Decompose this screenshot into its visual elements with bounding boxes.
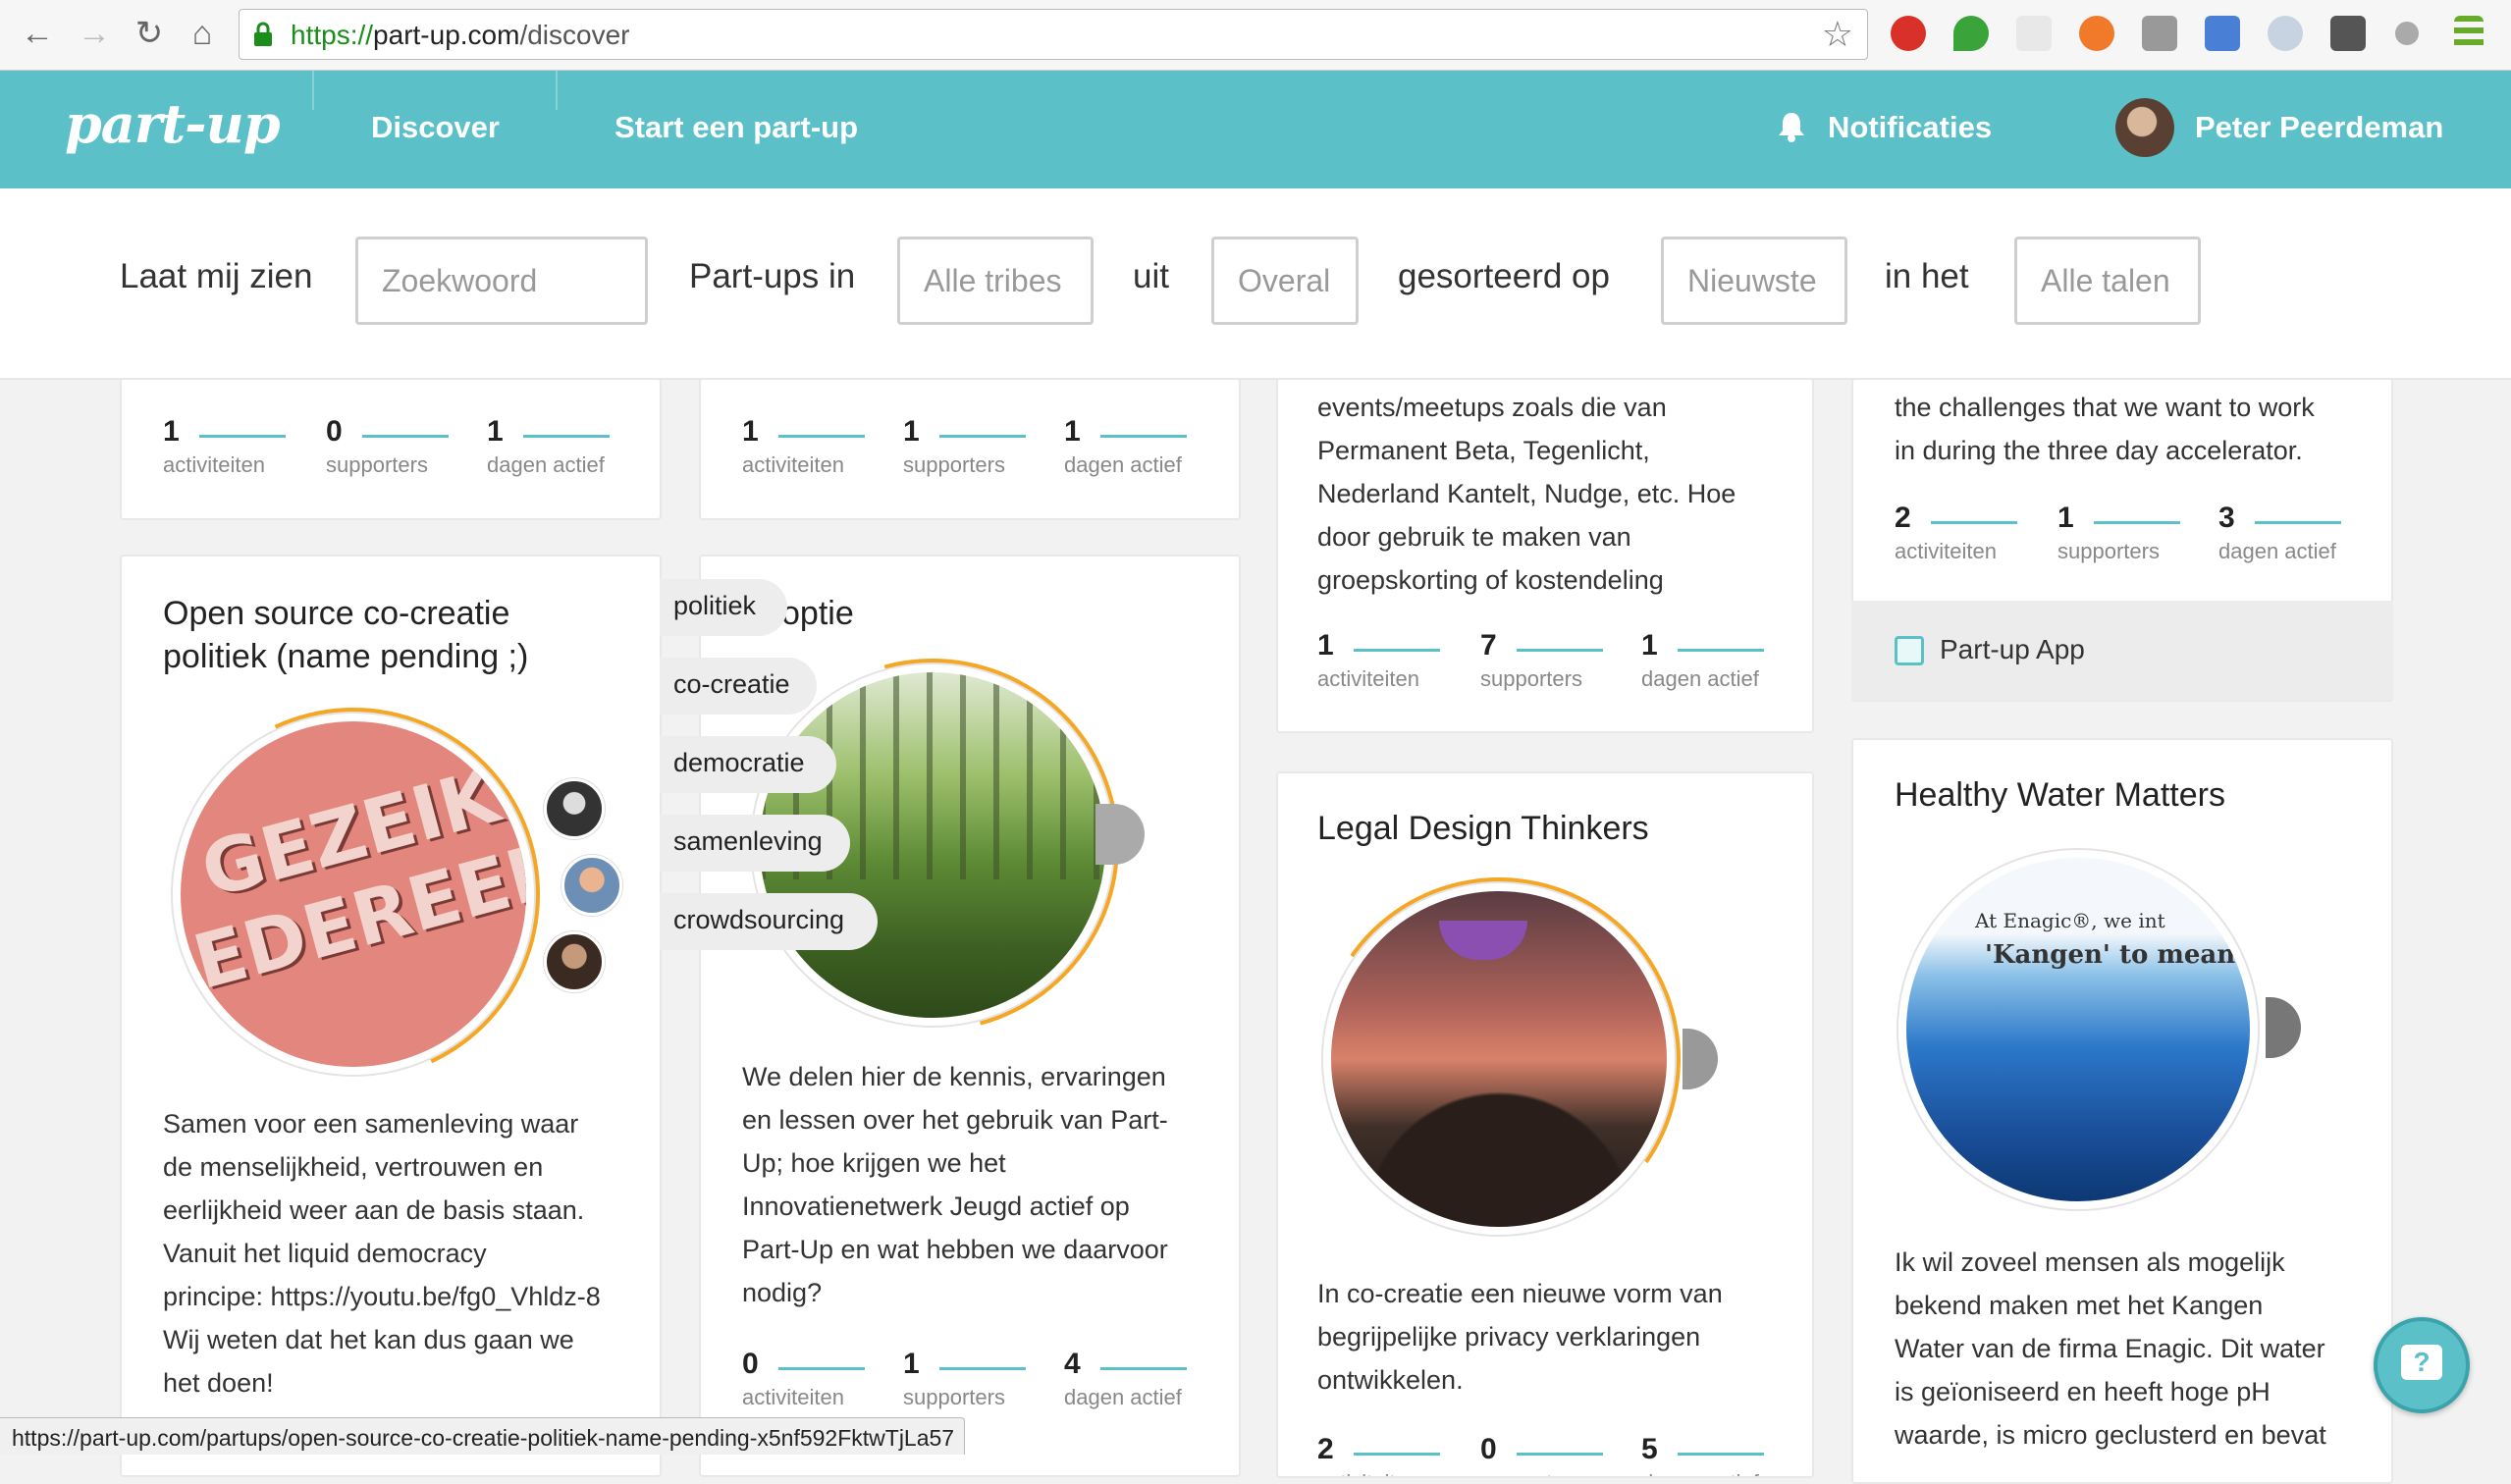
address-url: https://part-up.com/discover bbox=[291, 20, 630, 50]
stat-activities: 1 activiteiten bbox=[742, 415, 865, 478]
partup-card[interactable]: Legal Design Thinkers In co-creatie een … bbox=[1276, 771, 1814, 1478]
location-select[interactable]: Overal bbox=[1211, 237, 1359, 325]
bookmark-star-icon[interactable]: ☆ bbox=[1822, 16, 1853, 53]
part-up-logo[interactable]: part-up bbox=[65, 92, 281, 155]
react-extension-icon[interactable] bbox=[2268, 16, 2303, 51]
supporter-avatar[interactable] bbox=[544, 778, 605, 839]
reload-icon[interactable]: ↻ bbox=[130, 14, 169, 53]
stat-days: 1 dagen actief bbox=[1064, 415, 1187, 478]
site-header: part-up Discover Start een part-up Notif… bbox=[0, 71, 2511, 188]
partup-card[interactable]: events/meetups zoals die van Permanent Be… bbox=[1276, 378, 1814, 733]
sort-select[interactable]: Nieuwste bbox=[1661, 237, 1847, 325]
filter-label-in: in het bbox=[1885, 257, 1969, 295]
adblock-extension-icon[interactable] bbox=[1891, 16, 1926, 51]
nav-discover[interactable]: Discover bbox=[371, 110, 500, 145]
partup-image bbox=[1323, 883, 1675, 1235]
stat-days: 4 dagen actief bbox=[1064, 1348, 1187, 1410]
stat-supporters: 1 supporters bbox=[903, 1348, 1026, 1410]
supporter-avatar[interactable] bbox=[2266, 997, 2301, 1058]
home-icon[interactable]: ⌂ bbox=[183, 14, 222, 53]
tag-chip[interactable]: politiek bbox=[660, 579, 787, 636]
user-name[interactable]: Peter Peerdeman bbox=[2195, 110, 2443, 145]
tribe-name: Part-up App bbox=[1940, 634, 2085, 664]
card-description: events/meetups zoals die van Permanent Be… bbox=[1317, 393, 1736, 595]
pen-extension-icon[interactable] bbox=[2016, 16, 2052, 51]
nav-start-partup[interactable]: Start een part-up bbox=[614, 110, 858, 145]
lifebuoy-extension-icon[interactable] bbox=[2079, 16, 2114, 51]
app-icon bbox=[1895, 636, 1924, 665]
address-bar[interactable]: https://part-up.com/discover ☆ bbox=[239, 9, 1868, 60]
stat-supporters: 0supporters bbox=[326, 415, 449, 478]
stat-days: 1 dagen actief bbox=[1641, 629, 1764, 692]
devtools-extension-icon[interactable] bbox=[2330, 16, 2366, 51]
stat-activities: 2activiteiten bbox=[1317, 1433, 1440, 1476]
card-description: Ik wil zoveel mensen als mogelijk bekend … bbox=[1895, 1247, 2326, 1450]
filter-label-partups-in: Part-ups in bbox=[689, 257, 856, 295]
bell-icon[interactable] bbox=[1777, 110, 1806, 143]
help-icon: ? bbox=[2401, 1345, 2442, 1380]
browser-toolbar: ← → ↻ ⌂ https://part-up.com/discover ☆ bbox=[0, 0, 2511, 71]
supporter-avatar[interactable] bbox=[544, 931, 605, 992]
lock-icon bbox=[254, 22, 272, 46]
card-title: Legal Design Thinkers bbox=[1317, 810, 1649, 847]
forward-icon[interactable]: → bbox=[75, 14, 114, 53]
partup-card[interactable]: Open source co-creatie politiek (name pen… bbox=[120, 555, 662, 1477]
header-divider bbox=[312, 71, 314, 110]
partup-card[interactable]: 1 activiteiten 1 supporters 1 dagen actief bbox=[699, 378, 1241, 520]
keyword-input[interactable]: Zoekwoord bbox=[355, 237, 648, 325]
stat-activities: 1 activiteiten bbox=[1317, 629, 1440, 692]
stat-activities: 1 activiteiten bbox=[163, 415, 286, 478]
download-extension-icon[interactable] bbox=[2142, 16, 2177, 51]
stat-supporters: 1 supporters bbox=[2057, 502, 2180, 564]
filter-label-from: uit bbox=[1133, 257, 1169, 295]
supporter-avatar[interactable] bbox=[1095, 804, 1145, 865]
card-title: optie bbox=[781, 595, 854, 632]
tag-chip[interactable]: co-creatie bbox=[660, 658, 817, 715]
card-description: We delen hier de kennis, ervaringen en le… bbox=[742, 1062, 1168, 1307]
stat-supporters: 1 supporters bbox=[903, 415, 1026, 478]
partup-card[interactable]: Healthy Water Matters At Enagic®, we int… bbox=[1851, 738, 2393, 1484]
partup-card[interactable]: 1 activiteiten 0 supporters 1 dagen actief bbox=[120, 378, 662, 520]
user-avatar[interactable] bbox=[2115, 98, 2174, 157]
card-description: Samen voor een samenleving waar de mensel… bbox=[163, 1109, 601, 1398]
partup-image: At Enagic®, we int 'Kangen' to mean bbox=[1898, 850, 2258, 1209]
language-select[interactable]: Alle talen bbox=[2014, 237, 2201, 325]
filter-label-show: Laat mij zien bbox=[120, 257, 313, 295]
header-divider bbox=[556, 71, 558, 110]
evernote-extension-icon[interactable] bbox=[1953, 16, 1989, 51]
card-title: Open source co-creatie politiek (name pen… bbox=[163, 595, 529, 675]
stat-supporters: 7 supporters bbox=[1480, 629, 1603, 692]
dot-extension-icon[interactable] bbox=[2395, 22, 2419, 45]
card-description: the challenges that we want to work in du… bbox=[1895, 393, 2315, 465]
supporter-avatar[interactable] bbox=[561, 855, 622, 916]
stat-days: 5dagen actief bbox=[1641, 1433, 1764, 1476]
partup-image: GEZEIK IEDEREEN bbox=[173, 714, 534, 1075]
filter-label-sorted: gesorteerd op bbox=[1398, 257, 1610, 295]
stat-days: 3 dagen actief bbox=[2218, 502, 2341, 564]
tribe-link[interactable]: Part-up App bbox=[1851, 601, 2393, 701]
stat-activities: 0 activiteiten bbox=[742, 1348, 865, 1410]
supporter-avatar[interactable] bbox=[1683, 1029, 1718, 1089]
filter-bar: Laat mij zien Zoekwoord Part-ups in Alle… bbox=[0, 188, 2511, 380]
tag-chip[interactable]: democratie bbox=[660, 736, 836, 793]
stat-activities: 2activiteiten bbox=[1895, 502, 2017, 564]
card-description: In co-creatie een nieuwe vorm van begrijp… bbox=[1317, 1279, 1723, 1395]
tag-chip[interactable]: crowdsourcing bbox=[660, 893, 878, 950]
translate-extension-icon[interactable] bbox=[2205, 16, 2240, 51]
nav-notifications[interactable]: Notificaties bbox=[1828, 110, 1992, 145]
tribes-select[interactable]: Alle tribes bbox=[897, 237, 1094, 325]
tag-chip[interactable]: samenleving bbox=[660, 815, 850, 872]
card-title: Healthy Water Matters bbox=[1895, 776, 2225, 814]
chat-support-button[interactable]: ? bbox=[2374, 1317, 2470, 1413]
stat-supporters: 0supporters bbox=[1480, 1433, 1603, 1476]
status-bar-url: https://part-up.com/partups/open-source-… bbox=[0, 1417, 966, 1455]
back-icon[interactable]: ← bbox=[18, 14, 57, 53]
menu-icon[interactable] bbox=[2454, 16, 2484, 51]
stat-days: 1 dagen actief bbox=[487, 415, 610, 478]
